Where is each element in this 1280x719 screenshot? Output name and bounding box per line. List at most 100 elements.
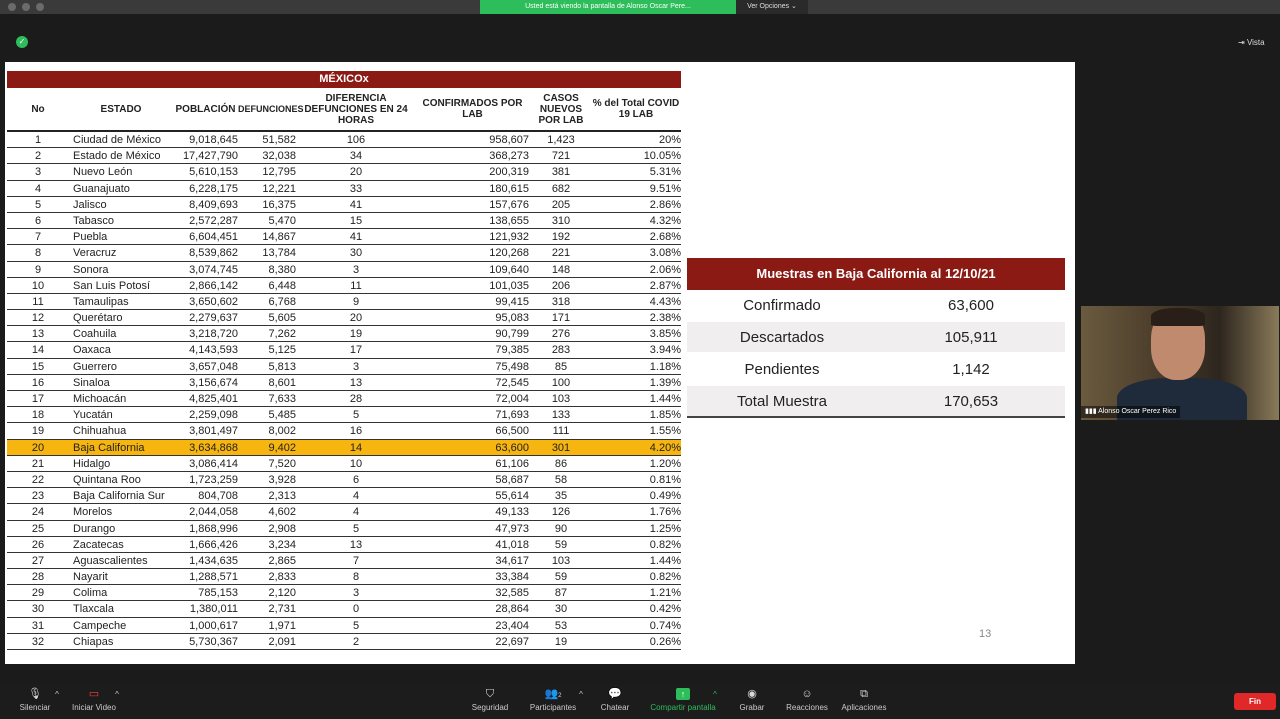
- row-diferencia: 16: [349, 425, 363, 438]
- header-confirmados: CONFIRMADOS POR LAB: [422, 98, 523, 120]
- row-estado: Durango: [73, 522, 116, 535]
- row-estado: Chiapas: [73, 635, 114, 648]
- video-options-chevron-icon[interactable]: ^: [112, 690, 122, 699]
- row-estado: Tamaulipas: [73, 295, 129, 308]
- row-poblacion: 6,604,451: [189, 231, 238, 244]
- row-poblacion: 804,708: [198, 490, 238, 503]
- row-pct: 1.39%: [649, 376, 681, 389]
- maximize-window-dot[interactable]: [36, 3, 44, 11]
- row-diferencia: 13: [349, 538, 363, 551]
- row-casos-nuevos: 35: [554, 490, 568, 503]
- muestras-panel: Muestras en Baja California al 12/10/21 …: [687, 258, 1065, 418]
- row-defunciones: 6,448: [268, 279, 296, 292]
- row-no: 18: [31, 409, 45, 422]
- row-pct: 1.55%: [649, 425, 681, 438]
- participants-icon: 👥2: [544, 688, 562, 700]
- table-row: 31 Campeche 1,000,617 1,971 5 23,404 53 0.74%: [7, 618, 681, 634]
- header-no: No: [31, 103, 45, 115]
- row-no: 30: [31, 603, 45, 616]
- table-row: 16 Sinaloa 3,156,674 8,601 13 72,545 100 1.39%: [7, 375, 681, 391]
- end-meeting-button[interactable]: Fin: [1234, 693, 1276, 710]
- row-no: 6: [34, 214, 42, 227]
- row-confirmados: 157,676: [489, 198, 529, 211]
- row-defunciones: 2,091: [268, 635, 296, 648]
- apps-button[interactable]: ⧉ Aplicaciones: [838, 688, 890, 712]
- row-diferencia: 10: [349, 457, 363, 470]
- row-no: 22: [31, 473, 45, 486]
- row-defunciones: 1,971: [268, 619, 296, 632]
- row-poblacion: 3,634,868: [189, 441, 238, 454]
- reactions-button[interactable]: ☺ Reacciones: [784, 688, 830, 712]
- row-estado: Guanajuato: [73, 182, 130, 195]
- row-estado: Sinaloa: [73, 376, 110, 389]
- row-estado: Estado de México: [73, 150, 161, 163]
- row-poblacion: 3,657,048: [189, 360, 238, 373]
- minimize-window-dot[interactable]: [22, 3, 30, 11]
- view-options-button[interactable]: Ver Opciones ⌄: [736, 0, 808, 14]
- row-no: 10: [31, 279, 45, 292]
- row-confirmados: 71,693: [495, 409, 529, 422]
- row-confirmados: 66,500: [495, 425, 529, 438]
- share-options-chevron-icon[interactable]: ^: [710, 690, 720, 699]
- row-no: 1: [34, 134, 42, 146]
- chat-button[interactable]: 💬 Chatear: [596, 688, 634, 712]
- muestras-value: 63,600: [948, 296, 994, 314]
- row-pct: 4.32%: [649, 214, 681, 227]
- row-casos-nuevos: 682: [551, 182, 571, 195]
- row-estado: Tabasco: [73, 214, 114, 227]
- close-window-dot[interactable]: [8, 3, 16, 11]
- row-estado: Yucatán: [73, 409, 113, 422]
- participants-chevron-icon[interactable]: ^: [576, 690, 586, 699]
- row-defunciones: 51,582: [262, 134, 296, 146]
- row-poblacion: 1,380,011: [189, 603, 238, 616]
- participant-video-tile[interactable]: ▮▮▮ Alonso Oscar Perez Rico: [1081, 306, 1279, 420]
- row-estado: Baja California: [73, 441, 145, 454]
- view-button[interactable]: ⇥ Vista: [1238, 36, 1278, 50]
- muestras-label: Descartados: [739, 328, 825, 346]
- row-confirmados: 99,415: [495, 295, 529, 308]
- security-button[interactable]: ⛉ Seguridad: [468, 688, 512, 712]
- record-button[interactable]: ◉ Grabar: [734, 688, 770, 712]
- table-header: No ESTADO POBLACIÓN DEFUNCIONES DIFERENC…: [7, 88, 681, 132]
- row-defunciones: 4,602: [268, 506, 296, 519]
- row-confirmados: 63,600: [495, 441, 529, 454]
- muestras-label: Pendientes: [744, 360, 820, 378]
- row-estado: Coahuila: [73, 328, 117, 341]
- row-confirmados: 61,106: [495, 457, 529, 470]
- row-pct: 2.38%: [649, 312, 681, 325]
- shared-slide: MÉXICOx No ESTADO POBLACIÓN DEFUNCIONES …: [5, 62, 1075, 664]
- muestras-value: 170,653: [943, 392, 999, 410]
- row-diferencia: 2: [352, 635, 360, 648]
- row-confirmados: 200,319: [489, 166, 529, 179]
- row-no: 26: [31, 538, 45, 551]
- row-diferencia: 5: [352, 619, 360, 632]
- row-pct: 4.20%: [649, 441, 681, 454]
- row-diferencia: 13: [349, 376, 363, 389]
- participant-name-text: Alonso Oscar Perez Rico: [1098, 408, 1177, 415]
- row-no: 8: [34, 247, 42, 260]
- mute-button[interactable]: 🎙 Silenciar: [14, 688, 56, 712]
- row-estado: Baja California Sur: [73, 490, 165, 503]
- row-poblacion: 8,539,862: [189, 247, 238, 260]
- audio-options-chevron-icon[interactable]: ^: [52, 690, 62, 699]
- row-casos-nuevos: 318: [551, 295, 571, 308]
- header-defunciones: DEFUNCIONES: [238, 103, 304, 114]
- participants-label: Participantes: [529, 703, 577, 712]
- row-pct: 1.44%: [649, 393, 681, 405]
- header-pct: % del Total COVID 19 LAB: [592, 98, 680, 120]
- participants-button[interactable]: 👥2 Participantes: [524, 688, 582, 712]
- table-row: 25 Durango 1,868,996 2,908 5 47,973 90 1.25%: [7, 521, 681, 537]
- row-no: 12: [31, 312, 45, 325]
- row-poblacion: 785,153: [198, 587, 238, 600]
- row-casos-nuevos: 206: [551, 279, 571, 292]
- row-casos-nuevos: 19: [554, 635, 568, 648]
- title-bar: Usted está viendo la pantalla de Alonso …: [0, 0, 1280, 14]
- row-defunciones: 2,120: [268, 587, 296, 600]
- security-shield-icon[interactable]: ✓: [16, 36, 28, 48]
- muestras-row: Confirmado 63,600: [687, 290, 1065, 322]
- table-row: 5 Jalisco 8,409,693 16,375 41 157,676 205 2.86%: [7, 197, 681, 213]
- screen-share-banner: Usted está viendo la pantalla de Alonso …: [480, 0, 736, 14]
- row-diferencia: 41: [349, 231, 363, 244]
- row-confirmados: 138,655: [489, 214, 529, 227]
- row-diferencia: 20: [349, 312, 363, 325]
